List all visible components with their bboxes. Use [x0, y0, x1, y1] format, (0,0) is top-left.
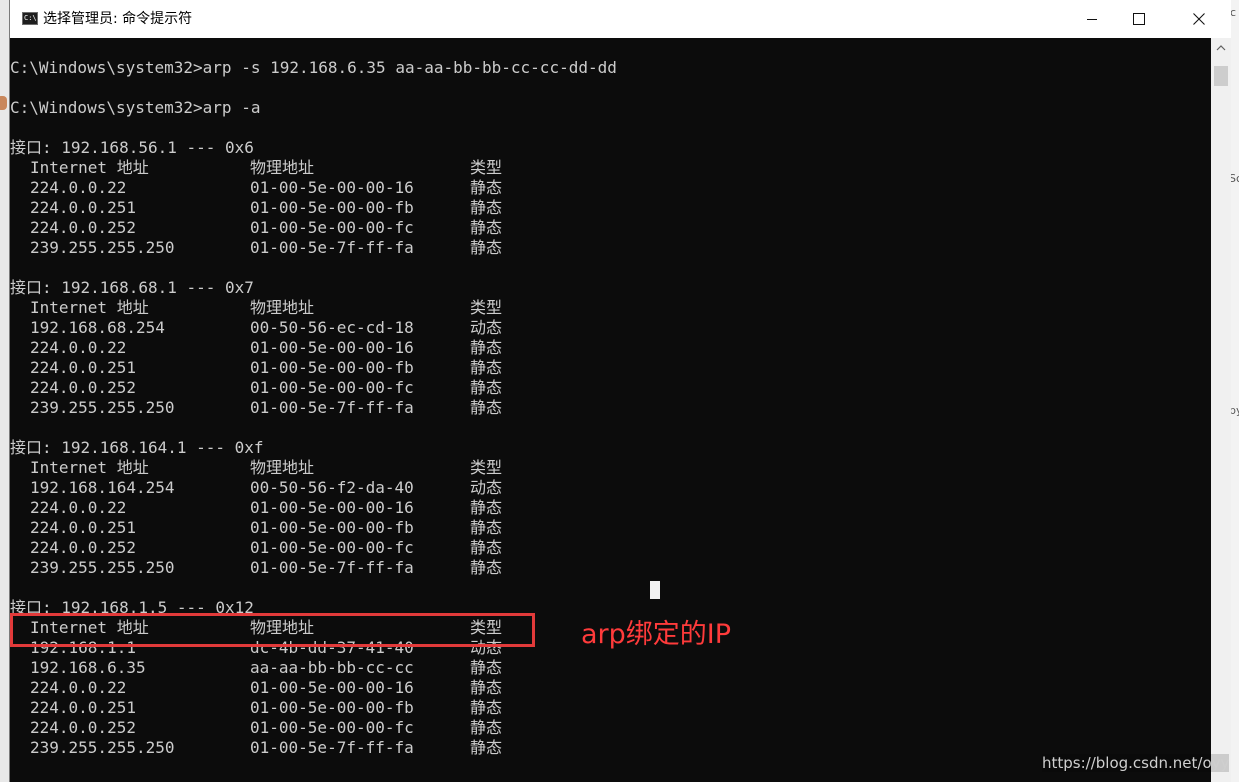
column-header-type: 类型 [470, 158, 503, 177]
column-header-ip: Internet 地址 [30, 298, 149, 317]
arp-entry-type: 静态 [470, 338, 503, 357]
arp-entry-ip: 224.0.0.251 [30, 698, 136, 717]
arp-entry-ip: 224.0.0.22 [30, 498, 127, 517]
background-avatar [0, 96, 7, 110]
maximize-icon [1133, 13, 1145, 25]
close-button[interactable] [1176, 0, 1222, 38]
cmd-window: C:\ 选择管理员: 命令提示符 C:\Windows\system32>arp… [9, 0, 1231, 782]
arp-entry-ip: 239.255.255.250 [30, 738, 175, 757]
arp-entry-type: 静态 [470, 198, 503, 217]
arp-entry-type: 静态 [470, 398, 503, 417]
close-icon [1193, 13, 1205, 25]
arp-entry-mac: 01-00-5e-7f-ff-fa [250, 398, 414, 417]
interface-header: 接口: 192.168.68.1 --- 0x7 [10, 278, 254, 297]
console-output[interactable]: C:\Windows\system32>arp -s 192.168.6.35 … [10, 38, 1211, 782]
arp-entry-ip: 224.0.0.252 [30, 378, 136, 397]
arp-entry-mac: aa-aa-bb-bb-cc-cc [250, 658, 414, 677]
minimize-icon [1087, 19, 1097, 20]
arp-entry-mac: 01-00-5e-00-00-fc [250, 718, 414, 737]
arp-entry-mac: 01-00-5e-00-00-fc [250, 378, 414, 397]
arp-entry-mac: 01-00-5e-00-00-fc [250, 538, 414, 557]
arp-entry-type: 静态 [470, 358, 503, 377]
arp-entry-ip: 224.0.0.251 [30, 358, 136, 377]
arp-entry-type: 静态 [470, 718, 503, 737]
column-header-ip: Internet 地址 [30, 458, 149, 477]
scrollbar-thumb[interactable] [1214, 66, 1228, 86]
title-bar[interactable]: C:\ 选择管理员: 命令提示符 [10, 0, 1231, 38]
arp-entry-ip: 224.0.0.251 [30, 518, 136, 537]
arp-entry-mac: 01-00-5e-00-00-16 [250, 498, 414, 517]
background-window-edge [0, 0, 9, 782]
arp-entry-ip: 224.0.0.251 [30, 198, 136, 217]
arp-entry-type: 静态 [470, 698, 503, 717]
annotation-label: arp绑定的IP [581, 619, 732, 650]
arp-entry-mac: 01-00-5e-7f-ff-fa [250, 238, 414, 257]
column-header-mac: 物理地址 [250, 298, 315, 317]
arp-entry-type: 静态 [470, 738, 503, 757]
arp-entry-type: 静态 [470, 538, 503, 557]
arp-entry-ip: 192.168.6.35 [30, 658, 146, 677]
column-header-type: 类型 [470, 298, 503, 317]
arp-entry-ip: 239.255.255.250 [30, 238, 175, 257]
arp-entry-ip: 224.0.0.22 [30, 178, 127, 197]
arp-entry-type: 动态 [470, 478, 503, 497]
arp-entry-mac: 01-00-5e-00-00-fc [250, 218, 414, 237]
arp-entry-mac: 01-00-5e-00-00-16 [250, 678, 414, 697]
arp-entry-mac: 01-00-5e-00-00-16 [250, 178, 414, 197]
arp-entry-type: 动态 [470, 318, 503, 337]
arp-entry-mac: 01-00-5e-7f-ff-fa [250, 738, 414, 757]
arp-entry-ip: 224.0.0.22 [30, 678, 127, 697]
arp-entry-type: 静态 [470, 518, 503, 537]
arp-entry-ip: 239.255.255.250 [30, 558, 175, 577]
chevron-up-icon [1216, 45, 1226, 51]
arp-entry-type: 静态 [470, 378, 503, 397]
arp-entry-mac: 01-00-5e-00-00-fb [250, 358, 414, 377]
arp-entry-type: 静态 [470, 238, 503, 257]
watermark: https://blog.csdn.net/oyy [1042, 754, 1230, 772]
arp-entry-ip: 192.168.164.254 [30, 478, 175, 497]
arp-entry-ip: 192.168.68.254 [30, 318, 165, 337]
column-header-ip: Internet 地址 [30, 158, 149, 177]
arp-entry-ip: 224.0.0.252 [30, 718, 136, 737]
arp-entry-mac: 01-00-5e-00-00-fb [250, 198, 414, 217]
window-title: 选择管理员: 命令提示符 [43, 11, 193, 27]
interface-header: 接口: 192.168.56.1 --- 0x6 [10, 138, 254, 157]
cmd-app-icon: C:\ [22, 12, 38, 25]
column-header-type: 类型 [470, 458, 503, 477]
arp-entry-type: 静态 [470, 558, 503, 577]
arp-entry-mac: 01-00-5e-00-00-16 [250, 338, 414, 357]
minimize-button[interactable] [1069, 0, 1115, 38]
arp-entry-ip: 239.255.255.250 [30, 398, 175, 417]
arp-entry-ip: 224.0.0.22 [30, 338, 127, 357]
command-line: C:\Windows\system32>arp -s 192.168.6.35 … [10, 58, 617, 77]
arp-entry-mac: 00-50-56-ec-cd-18 [250, 318, 414, 337]
vertical-scrollbar[interactable] [1211, 38, 1231, 782]
arp-entry-type: 静态 [470, 658, 503, 677]
arp-entry-type: 静态 [470, 678, 503, 697]
text-cursor [650, 581, 660, 599]
scroll-up-button[interactable] [1211, 38, 1231, 58]
arp-entry-type: 静态 [470, 498, 503, 517]
arp-entry-ip: 224.0.0.252 [30, 538, 136, 557]
interface-header: 接口: 192.168.164.1 --- 0xf [10, 438, 264, 457]
column-header-mac: 物理地址 [250, 458, 315, 477]
arp-entry-mac: 01-00-5e-00-00-fb [250, 698, 414, 717]
command-line: C:\Windows\system32>arp -a [10, 98, 261, 117]
arp-entry-mac: 01-00-5e-7f-ff-fa [250, 558, 414, 577]
arp-entry-mac: 01-00-5e-00-00-fb [250, 518, 414, 537]
maximize-button[interactable] [1116, 0, 1162, 38]
arp-entry-ip: 224.0.0.252 [30, 218, 136, 237]
arp-entry-type: 静态 [470, 218, 503, 237]
highlight-box [10, 613, 535, 647]
arp-entry-mac: 00-50-56-f2-da-40 [250, 478, 414, 497]
arp-entry-type: 静态 [470, 178, 503, 197]
column-header-mac: 物理地址 [250, 158, 315, 177]
